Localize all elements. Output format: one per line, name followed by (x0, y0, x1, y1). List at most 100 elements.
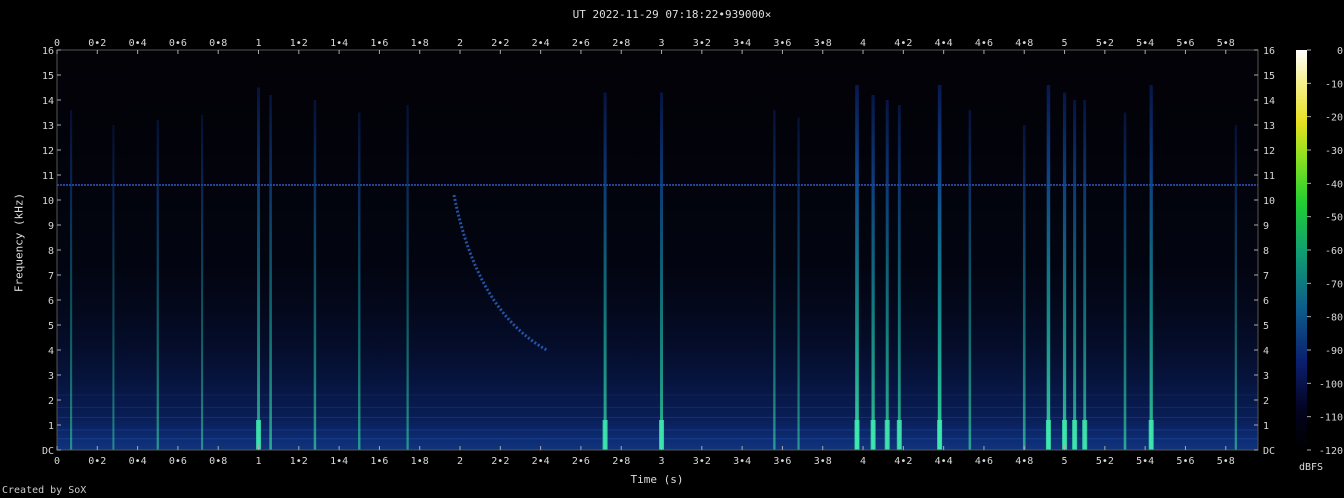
y-tick-label-right: 7 (1263, 271, 1269, 282)
background-noise (57, 50, 1258, 450)
x-tick-label-bottom: 4•4 (935, 456, 953, 467)
colorbar-tick-label: -70 (1325, 279, 1343, 290)
colorbar-tick-label: -50 (1325, 213, 1343, 224)
x-tick-label-bottom: 5 (1062, 456, 1068, 467)
impulse-line (112, 125, 115, 450)
colorbar-tick-label: -100 (1319, 379, 1343, 390)
impulse-base (896, 420, 902, 450)
x-tick-label-top: 1•2 (290, 38, 308, 49)
impulse-line (603, 92, 607, 450)
x-tick-label-top: 2•2 (491, 38, 509, 49)
colorbar-tick-label: -20 (1325, 113, 1343, 124)
x-tick-label-top: 5•4 (1136, 38, 1154, 49)
x-tick-label-bottom: 1•2 (290, 456, 308, 467)
impulse-line (1073, 100, 1077, 450)
x-tick-label-top: 4•4 (935, 38, 953, 49)
x-tick-label-top: 1•6 (370, 38, 388, 49)
x-tick-label-top: 0 (54, 38, 60, 49)
colorbar-tick-label: -120 (1319, 446, 1343, 457)
y-tick-label-right: 5 (1263, 321, 1269, 332)
y-tick-label-left: 12 (42, 146, 54, 157)
x-tick-label-top: 3•8 (814, 38, 832, 49)
y-tick-label-left: 10 (42, 196, 54, 207)
impulse-line (1062, 92, 1067, 450)
x-tick-label-bottom: 3•6 (773, 456, 791, 467)
impulse-line (257, 87, 260, 450)
impulse-line (855, 85, 859, 450)
x-tick-label-bottom: 3•8 (814, 456, 832, 467)
colorbar-tick-label: -30 (1325, 146, 1343, 157)
x-tick-label-bottom: 5•2 (1096, 456, 1114, 467)
x-tick-label-top: 4•8 (1015, 38, 1033, 49)
x-tick-label-top: 4 (860, 38, 866, 49)
y-tick-label-left: DC (42, 446, 54, 457)
impulse-base (659, 420, 665, 450)
impulse-line (660, 92, 664, 450)
x-tick-label-top: 2•4 (532, 38, 550, 49)
x-tick-label-top: 3•2 (693, 38, 711, 49)
x-tick-label-top: 2 (457, 38, 463, 49)
x-tick-label-top: 3•4 (733, 38, 751, 49)
impulse-line (885, 100, 889, 450)
x-tick-label-top: 5•6 (1176, 38, 1194, 49)
x-tick-label-bottom: 4•6 (975, 456, 993, 467)
y-tick-label-right: 10 (1263, 196, 1275, 207)
x-tick-label-bottom: 4•8 (1015, 456, 1033, 467)
x-tick-label-top: 0•2 (88, 38, 106, 49)
y-tick-label-left: 9 (48, 221, 54, 232)
y-tick-label-left: 14 (42, 96, 54, 107)
x-tick-label-bottom: 0•8 (209, 456, 227, 467)
y-axis-label: Frequency (kHz) (12, 192, 26, 293)
x-tick-label-bottom: 1•4 (330, 456, 348, 467)
y-tick-label-right: 15 (1263, 71, 1275, 82)
x-tick-label-top: 4•2 (894, 38, 912, 49)
y-tick-label-right: DC (1263, 446, 1275, 457)
impulse-line (937, 85, 942, 450)
y-tick-label-right: 6 (1263, 296, 1269, 307)
impulse-line (156, 120, 159, 450)
x-tick-label-top: 0•8 (209, 38, 227, 49)
impulse-base (870, 420, 876, 450)
x-tick-label-top: 3 (659, 38, 665, 49)
impulse-base (602, 420, 608, 450)
x-tick-label-bottom: 2•8 (612, 456, 630, 467)
x-tick-label-bottom: 2•2 (491, 456, 509, 467)
impulse-line (313, 100, 317, 450)
x-tick-label-bottom: 2•6 (572, 456, 590, 467)
impulse-line (1083, 100, 1087, 450)
impulse-line (1123, 112, 1127, 450)
x-tick-label-bottom: 2•4 (532, 456, 550, 467)
x-tick-label-bottom: 3•2 (693, 456, 711, 467)
x-tick-label-bottom: 0•2 (88, 456, 106, 467)
y-tick-label-right: 11 (1263, 171, 1275, 182)
impulse-line (773, 110, 776, 450)
y-tick-label-left: 1 (48, 421, 54, 432)
y-tick-label-right: 13 (1263, 121, 1275, 132)
x-tick-label-bottom: 1•8 (411, 456, 429, 467)
impulse-base (1062, 420, 1068, 450)
colorbar-tick-label: -80 (1325, 313, 1343, 324)
impulse-line (897, 105, 901, 450)
y-tick-label-left: 15 (42, 71, 54, 82)
colorbar-tick-label: -90 (1325, 346, 1343, 357)
colorbar-tick-label: -10 (1325, 79, 1343, 90)
impulse-base (1072, 420, 1078, 450)
y-tick-label-left: 8 (48, 246, 54, 257)
impulse-line (406, 105, 409, 450)
y-tick-label-right: 2 (1263, 396, 1269, 407)
y-tick-label-right: 16 (1263, 46, 1275, 57)
impulse-line (70, 110, 73, 450)
impulse-line (968, 110, 972, 450)
y-tick-label-left: 3 (48, 371, 54, 382)
x-tick-label-bottom: 5•4 (1136, 456, 1154, 467)
y-tick-label-left: 7 (48, 271, 54, 282)
impulse-line (1022, 125, 1026, 450)
x-tick-label-bottom: 0•4 (129, 456, 147, 467)
x-tick-label-top: 0•6 (169, 38, 187, 49)
x-tick-label-bottom: 5•8 (1217, 456, 1235, 467)
x-tick-label-bottom: 2 (457, 456, 463, 467)
colorbar-tick-label: 0 (1337, 46, 1343, 57)
y-tick-label-right: 12 (1263, 146, 1275, 157)
x-tick-label-bottom: 4 (860, 456, 866, 467)
credit-text: Created by SoX (2, 485, 87, 496)
